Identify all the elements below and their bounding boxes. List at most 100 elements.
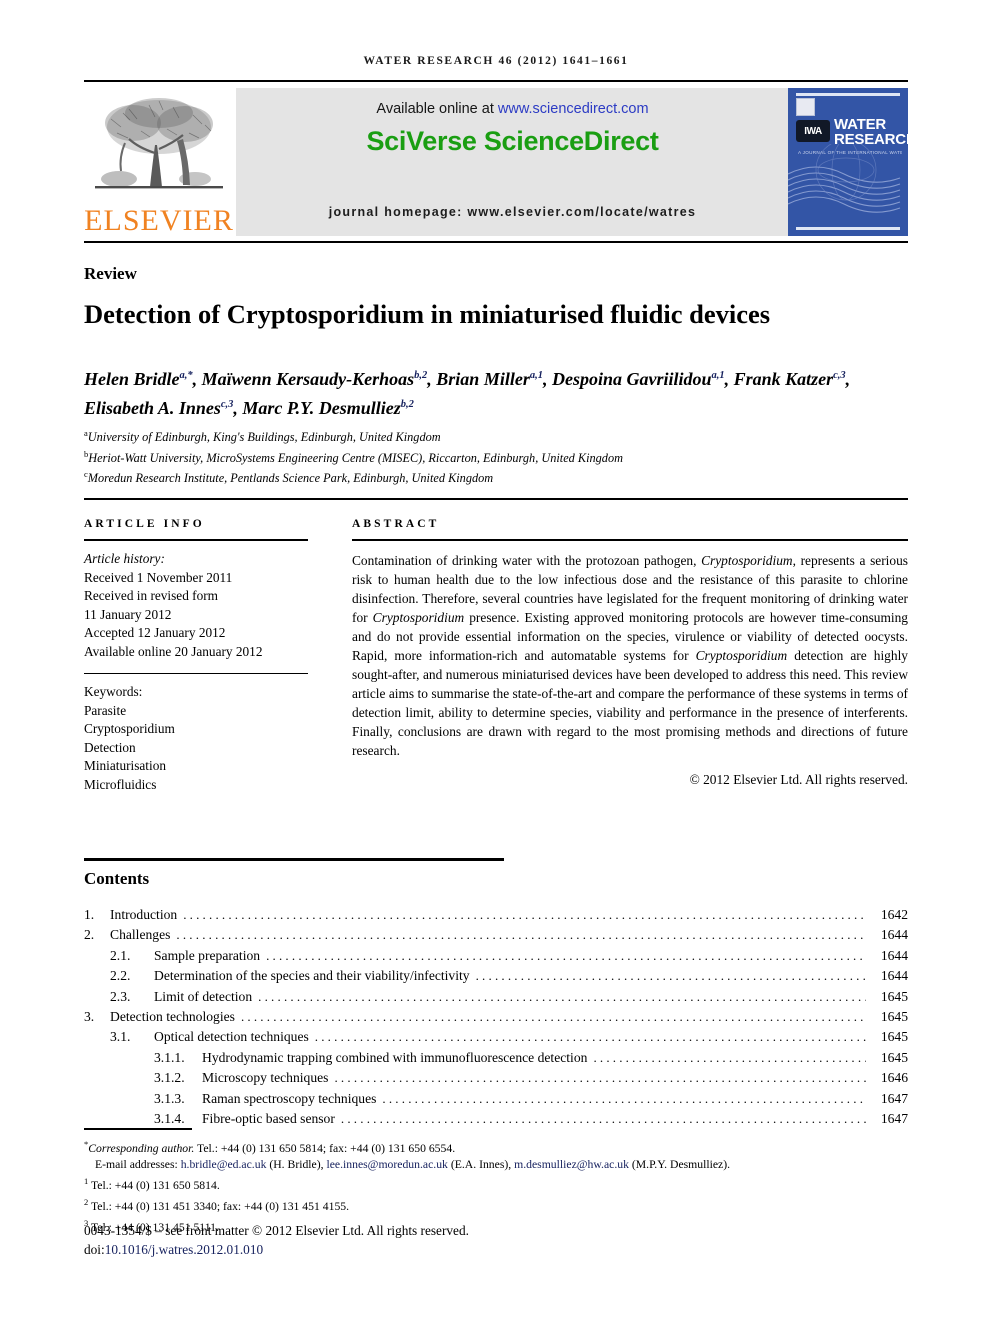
toc-leader-dots: ........................................… bbox=[593, 1049, 866, 1065]
author-name: Brian Miller bbox=[436, 369, 530, 389]
cover-publisher-mark bbox=[796, 98, 815, 116]
author-name: Elisabeth A. Innes bbox=[84, 398, 221, 418]
doi-line: doi:10.1016/j.watres.2012.01.010 bbox=[84, 1241, 469, 1259]
toc-entry-page: 1645 bbox=[880, 1029, 908, 1045]
toc-entry-number: 2.1. bbox=[110, 947, 131, 963]
sciverse-sciencedirect-wordmark: SciVerse ScienceDirect bbox=[366, 126, 659, 156]
toc-entry-label: Detection technologies bbox=[110, 1008, 235, 1024]
author-name: Maïwenn Kersaudy-Kerhoas bbox=[201, 369, 415, 389]
elsevier-tree-icon bbox=[89, 93, 229, 205]
email-addresses-label: E-mail addresses: bbox=[95, 1158, 181, 1172]
toc-entry-label: Optical detection techniques bbox=[154, 1029, 309, 1045]
toc-entry-number: 3.1.1. bbox=[154, 1049, 185, 1065]
front-matter-block: 0043-1354/$ – see front matter © 2012 El… bbox=[84, 1222, 469, 1259]
author-list: Helen Bridlea,*, Maïwenn Kersaudy-Kerhoa… bbox=[84, 369, 851, 418]
toc-entry-label: Hydrodynamic trapping combined with immu… bbox=[202, 1049, 588, 1065]
affiliation-bottom-rule bbox=[84, 498, 908, 500]
article-info-column: ARTICLE INFO Article history: Received 1… bbox=[84, 518, 308, 795]
available-online-line: Available online at www.sciencedirect.co… bbox=[376, 101, 648, 117]
abstract-copyright: © 2012 Elsevier Ltd. All rights reserved… bbox=[689, 772, 908, 787]
email-link[interactable]: m.desmulliez@hw.ac.uk bbox=[514, 1158, 629, 1171]
numbered-footnote-item: 2 Tel.: +44 (0) 131 451 3340; fax: +44 (… bbox=[84, 1197, 350, 1214]
email-link[interactable]: lee.innes@moredun.ac.uk bbox=[326, 1158, 447, 1171]
elsevier-wordmark: ELSEVIER bbox=[84, 204, 234, 237]
toc-entry-number: 3.1.4. bbox=[154, 1110, 185, 1126]
sciencedirect-banner: Available online at www.sciencedirect.co… bbox=[236, 88, 789, 236]
author-affiliation-marker: b,2 bbox=[400, 399, 414, 410]
toc-entry-number: 2.3. bbox=[110, 988, 131, 1004]
toc-entry-number: 3.1. bbox=[110, 1029, 131, 1045]
toc-entry-label: Sample preparation bbox=[154, 947, 261, 963]
toc-entry-page: 1644 bbox=[880, 968, 908, 984]
author-affiliation-marker: a,1 bbox=[529, 370, 543, 381]
journal-homepage-line[interactable]: journal homepage: www.elsevier.com/locat… bbox=[329, 205, 697, 219]
email-owner-name: (M.P.Y. Desmulliez). bbox=[628, 1158, 731, 1172]
cover-bottom-bar bbox=[796, 227, 900, 230]
keyword-item: Cryptosporidium bbox=[84, 721, 175, 737]
numbered-footnote-item: 1 Tel.: +44 (0) 131 650 5814. bbox=[84, 1176, 220, 1193]
author-affiliation-marker: c,3 bbox=[220, 399, 234, 410]
toc-entry-label: Raman spectroscopy techniques bbox=[202, 1090, 377, 1106]
toc-entry[interactable]: 2.2. Determination of the species and the… bbox=[84, 966, 908, 986]
affiliation-item: cMoredun Research Institute, Pentlands S… bbox=[84, 469, 494, 486]
toc-leader-dots: ........................................… bbox=[382, 1090, 866, 1106]
keyword-items: Parasite Cryptosporidium Detection Miniatur… bbox=[84, 702, 308, 795]
email-link[interactable]: h.bridle@ed.ac.uk bbox=[181, 1158, 267, 1171]
article-history-item: 11 January 2012 bbox=[84, 606, 172, 622]
toc-leader-dots: ........................................… bbox=[176, 927, 866, 943]
toc-entry[interactable]: 3. Detection technologies................… bbox=[84, 1007, 908, 1027]
article-first-page: WATER RESEARCH 46 (2012) 1641–1661 ELSEV… bbox=[0, 0, 992, 1323]
abstract-text-run: detection are highly sought-after, and n… bbox=[352, 648, 908, 758]
toc-entry-label: Limit of detection bbox=[154, 988, 253, 1004]
toc-entry-number: 3.1.2. bbox=[154, 1070, 185, 1086]
affiliation-marker: c bbox=[84, 469, 88, 480]
toc-entry-number: 3. bbox=[84, 1008, 95, 1024]
toc-entry-page: 1647 bbox=[880, 1110, 908, 1126]
toc-entry-page: 1644 bbox=[880, 947, 908, 963]
toc-leader-dots: ........................................… bbox=[240, 1008, 866, 1024]
author-affiliation-marker: a,1 bbox=[711, 370, 725, 381]
toc-entry-number: 3.1.3. bbox=[154, 1090, 185, 1106]
affiliation-marker: b bbox=[84, 448, 89, 459]
elsevier-logo: ELSEVIER bbox=[84, 88, 234, 236]
article-type-label: Review bbox=[84, 264, 137, 283]
toc-entry[interactable]: 3.1.2. Microscopy techniques.............… bbox=[84, 1068, 908, 1088]
toc-entry-page: 1645 bbox=[880, 1008, 908, 1024]
doi-link[interactable]: 10.1016/j.watres.2012.01.010 bbox=[105, 1242, 263, 1257]
iwa-logo-icon: IWA bbox=[796, 120, 830, 142]
toc-entry[interactable]: 2.3. Limit of detection..................… bbox=[84, 987, 908, 1007]
email-addresses-footnote: E-mail addresses: h.bridle@ed.ac.uk (H. … bbox=[84, 1157, 914, 1173]
keywords-rule bbox=[84, 672, 308, 675]
toc-entry[interactable]: 2.1. Sample preparation..................… bbox=[84, 946, 908, 966]
toc-entry[interactable]: 3.1.3. Raman spectroscopy techniques.....… bbox=[84, 1089, 908, 1109]
toc-entry[interactable]: 3.1.4. Fibre-optic based sensor..........… bbox=[84, 1109, 908, 1129]
toc-entry[interactable]: 2. Challenges............................… bbox=[84, 925, 908, 945]
abstract-text: Contamination of drinking water with the… bbox=[352, 551, 908, 760]
toc-entry[interactable]: 3.1.1. Hydrodynamic trapping combined wit… bbox=[84, 1048, 908, 1068]
author-name: Marc P.Y. Desmulliez bbox=[242, 398, 401, 418]
keyword-item: Parasite bbox=[84, 702, 127, 718]
toc-entry[interactable]: 1. Introduction..........................… bbox=[84, 905, 908, 925]
affiliation-marker: a bbox=[84, 428, 88, 438]
keywords-block: Keywords: Parasite Cryptosporidium Detecti… bbox=[84, 683, 308, 795]
table-of-contents: 1. Introduction..........................… bbox=[84, 905, 908, 1129]
toc-entry-label: Introduction bbox=[110, 906, 178, 922]
toc-entry[interactable]: 3.1. Optical detection techniques........… bbox=[84, 1027, 908, 1047]
abstract-heading: ABSTRACT bbox=[352, 518, 440, 530]
masthead-bottom-rule bbox=[84, 241, 908, 243]
abstract-rule bbox=[352, 539, 908, 541]
affiliation-list: aUniversity of Edinburgh, King's Buildin… bbox=[84, 425, 914, 487]
toc-leader-dots: ........................................… bbox=[258, 988, 866, 1004]
sciencedirect-url-link[interactable]: www.sciencedirect.com bbox=[498, 101, 649, 117]
article-info-rule bbox=[84, 539, 308, 541]
issn-front-matter-line: 0043-1354/$ – see front matter © 2012 El… bbox=[84, 1223, 469, 1238]
keyword-item: Detection bbox=[84, 739, 136, 755]
iwa-logo-label: IWA bbox=[804, 125, 822, 137]
toc-entry-page: 1644 bbox=[880, 927, 908, 943]
article-history-label: Article history: bbox=[84, 551, 165, 566]
toc-entry-number: 1. bbox=[84, 906, 95, 922]
cover-title: WATER RESEARCH bbox=[834, 117, 908, 147]
toc-leader-dots: ........................................… bbox=[266, 947, 866, 963]
article-history-item: Available online 20 January 2012 bbox=[84, 643, 263, 659]
email-owner-name: (H. Bridle), bbox=[266, 1158, 327, 1172]
